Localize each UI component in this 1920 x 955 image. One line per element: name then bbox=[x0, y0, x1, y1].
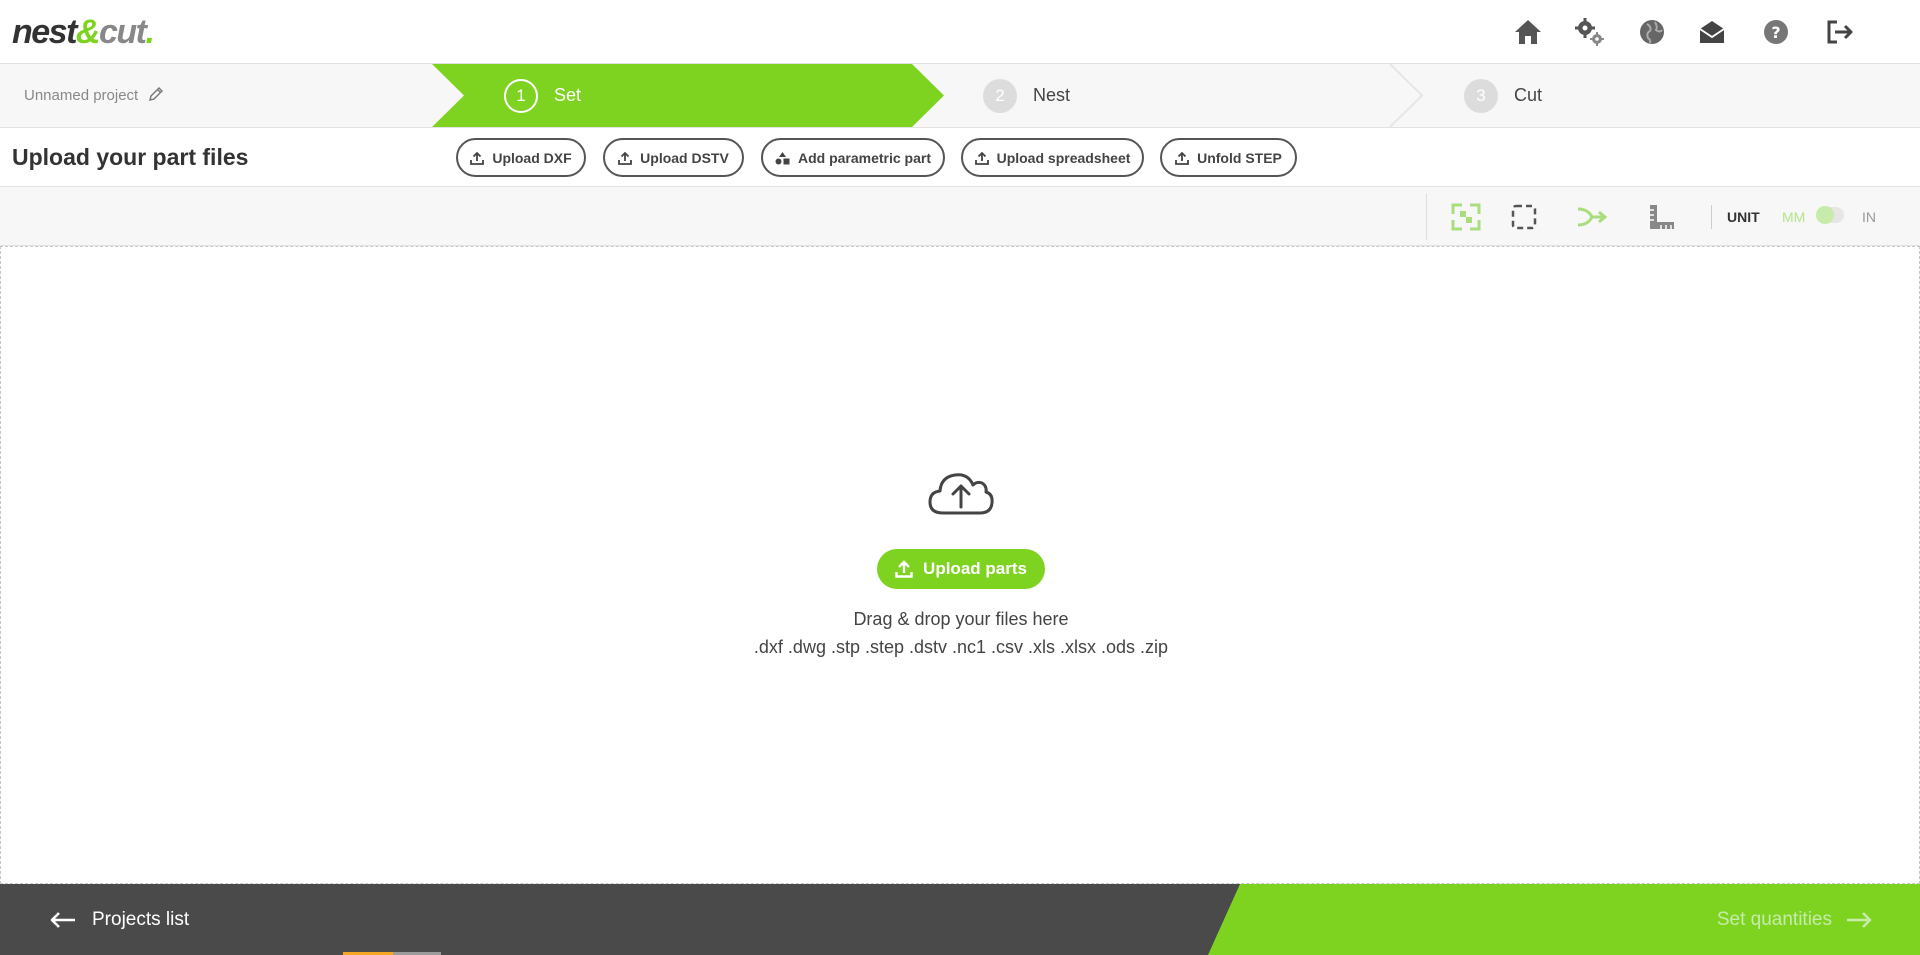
steps-bar: Unnamed project 1 Set 2 Nest 3 Cut bbox=[0, 63, 1920, 128]
upload-spreadsheet-button[interactable]: Upload spreadsheet bbox=[961, 138, 1144, 177]
logo-ampersand: & bbox=[75, 13, 101, 51]
upload-icon bbox=[895, 560, 913, 578]
upload-icon bbox=[1175, 151, 1190, 165]
unfold-step-button[interactable]: Unfold STEP bbox=[1160, 138, 1297, 177]
upload-dstv-button[interactable]: Upload DSTV bbox=[603, 138, 744, 177]
unit-toggle[interactable] bbox=[1816, 206, 1844, 224]
drag-drop-text: Drag & drop your files here bbox=[853, 609, 1069, 629]
upload-spreadsheet-label: Upload spreadsheet bbox=[996, 149, 1131, 166]
svg-text:?: ? bbox=[1771, 23, 1780, 42]
projects-list-button[interactable]: Projects list bbox=[50, 884, 189, 955]
set-quantities-area: Set quantities bbox=[1208, 884, 1920, 955]
projects-list-label: Projects list bbox=[92, 908, 190, 930]
home-icon[interactable] bbox=[1510, 14, 1546, 50]
arrange-icon[interactable] bbox=[1450, 201, 1482, 233]
step-set-number: 1 bbox=[504, 78, 538, 113]
cloud-upload-icon bbox=[927, 469, 995, 522]
toolbar-divider bbox=[1426, 193, 1427, 240]
step-cut-label: Cut bbox=[1514, 85, 1543, 105]
unit-in-label[interactable]: IN bbox=[1862, 187, 1876, 246]
view-toolbar: UNIT MM IN bbox=[0, 187, 1920, 246]
project-name[interactable]: Unnamed project bbox=[24, 64, 164, 127]
logout-icon[interactable] bbox=[1822, 14, 1858, 50]
unit-mm-label[interactable]: MM bbox=[1782, 187, 1805, 246]
step-nest-label: Nest bbox=[1033, 85, 1071, 105]
settings-icon[interactable] bbox=[1572, 14, 1608, 50]
upload-parts-label: Upload parts bbox=[923, 559, 1027, 578]
unit-toggle-knob bbox=[1816, 206, 1834, 224]
step-set[interactable]: 1 Set bbox=[432, 64, 944, 127]
help-icon[interactable]: ? bbox=[1758, 14, 1794, 50]
ruler-icon[interactable] bbox=[1645, 201, 1677, 233]
language-globe-icon[interactable] bbox=[1634, 14, 1670, 50]
upload-dstv-label: Upload DSTV bbox=[640, 149, 729, 166]
unfold-step-label: Unfold STEP bbox=[1197, 149, 1282, 166]
add-parametric-part-label: Add parametric part bbox=[797, 149, 932, 166]
upload-dxf-button[interactable]: Upload DXF bbox=[456, 138, 586, 177]
logo-part-cut: cut bbox=[98, 13, 147, 51]
upload-toolbar: Upload your part files Upload DXF Upload… bbox=[0, 128, 1920, 187]
shapes-icon bbox=[775, 151, 790, 165]
unit-label: UNIT bbox=[1727, 208, 1760, 225]
mail-icon[interactable] bbox=[1694, 14, 1730, 50]
toolbar-divider-unit bbox=[1711, 205, 1712, 229]
logo-part-nest: nest bbox=[12, 13, 77, 51]
upload-icon bbox=[470, 151, 485, 165]
step-set-label: Set bbox=[554, 85, 582, 105]
upload-parts-button[interactable]: Upload parts bbox=[877, 549, 1045, 589]
app-logo[interactable]: nest&cut. bbox=[12, 12, 155, 52]
step-separator-chevron bbox=[1389, 64, 1424, 127]
footer-nav: Projects list Set quantities bbox=[0, 884, 1920, 955]
file-drop-zone[interactable]: Upload parts Drag & drop your files here… bbox=[0, 246, 1920, 884]
step-nest[interactable]: 2 Nest bbox=[983, 64, 1070, 127]
page-title: Upload your part files bbox=[12, 144, 249, 170]
merge-arrow-icon[interactable] bbox=[1576, 201, 1608, 233]
upload-dxf-label: Upload DXF bbox=[492, 149, 572, 166]
supported-extensions-text: .dxf .dwg .stp .step .dstv .nc1 .csv .xl… bbox=[753, 637, 1169, 657]
step-cut[interactable]: 3 Cut bbox=[1464, 64, 1542, 127]
project-name-label: Unnamed project bbox=[24, 87, 139, 104]
step-cut-number: 3 bbox=[1464, 78, 1498, 113]
step-nest-number: 2 bbox=[983, 78, 1017, 113]
add-parametric-part-button[interactable]: Add parametric part bbox=[761, 138, 945, 177]
app-header: nest&cut. ? bbox=[0, 0, 1920, 63]
set-quantities-button[interactable]: Set quantities bbox=[1717, 884, 1872, 955]
upload-icon bbox=[974, 151, 989, 165]
set-quantities-label: Set quantities bbox=[1716, 908, 1832, 930]
edit-pencil-icon[interactable] bbox=[148, 86, 164, 106]
upload-icon bbox=[618, 151, 633, 165]
arrow-right-icon bbox=[1846, 911, 1872, 929]
logo-dot: . bbox=[145, 13, 154, 51]
step-set-label-wrap: 1 Set bbox=[504, 64, 581, 127]
select-frame-icon[interactable] bbox=[1508, 201, 1540, 233]
arrow-left-icon bbox=[50, 911, 76, 929]
